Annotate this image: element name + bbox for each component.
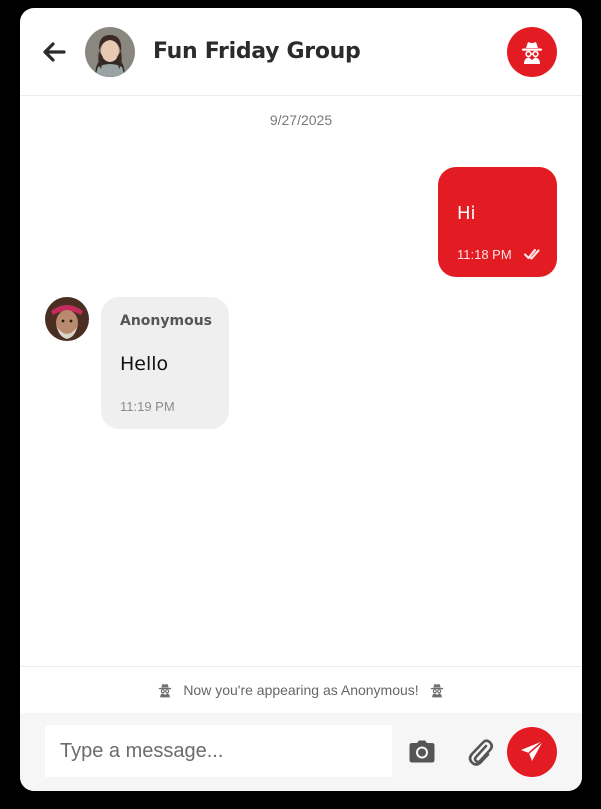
camera-icon [409,740,435,763]
message-text: Hi [457,203,476,224]
incoming-message[interactable]: Anonymous Hello 11:19 PM [101,297,229,429]
page-title: Fun Friday Group [153,39,361,64]
attach-button[interactable] [466,737,494,767]
incognito-icon [522,42,542,64]
message-composer [20,713,582,791]
group-avatar[interactable] [85,27,135,77]
send-button[interactable] [507,727,557,777]
avatar [45,297,89,341]
arrow-left-icon[interactable] [40,38,68,66]
anonymous-notice: Now you're appearing as Anonymous! [20,666,582,713]
message-input[interactable] [45,725,392,777]
incognito-button[interactable] [507,27,557,77]
notice-text: Now you're appearing as Anonymous! [183,682,419,698]
message-text: Hello [120,353,169,375]
double-check-icon [524,248,540,260]
sender-avatar[interactable] [45,297,89,341]
incognito-icon [159,683,172,698]
camera-button[interactable] [408,739,436,765]
message-time: 11:19 PM [120,399,175,414]
chat-header: Fun Friday Group [20,8,582,96]
back-button[interactable] [40,38,68,66]
outgoing-message[interactable]: Hi 11:18 PM [438,167,557,277]
send-icon [521,740,544,761]
avatar [85,27,135,77]
date-separator: 9/27/2025 [269,112,333,128]
message-sender: Anonymous [120,313,213,329]
chat-window: Fun Friday Group 9/27/2025 Hi 11:18 PM A… [20,8,582,791]
paperclip-icon [468,739,494,766]
message-time: 11:18 PM [457,247,512,262]
incognito-icon [430,683,443,698]
